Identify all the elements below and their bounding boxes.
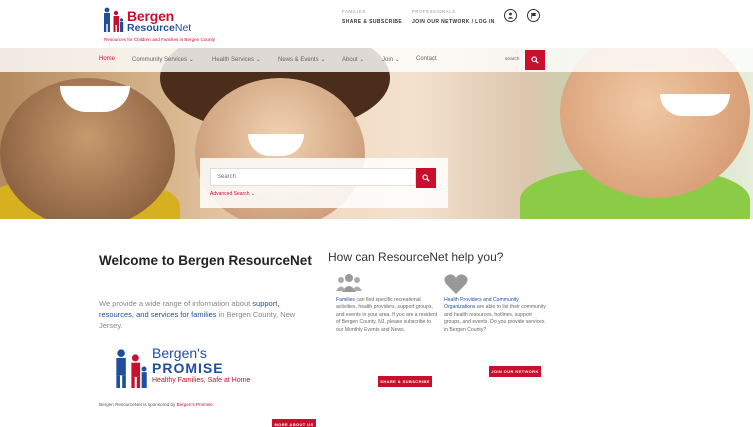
promise-line2: PROMISE [152,360,224,376]
logo-tagline: Resources for Children and Families in B… [104,37,216,42]
heart-icon [444,274,468,294]
bergens-promise-link[interactable]: Bergen's Promise [177,402,213,407]
nav-search-label: search [505,57,520,62]
promise-line1: Bergen's [152,345,207,361]
help-title: How can ResourceNet help you? [328,250,504,264]
hero-search-input[interactable] [210,168,416,186]
share-subscribe-link[interactable]: SHARE & SUBSCRIBE [342,19,402,25]
hero-search-panel: Advanced Search ⌄ [200,158,448,208]
join-our-network-button[interactable]: JOIN OUR NETWORK [489,366,541,377]
hero-search-button[interactable] [416,168,436,188]
chevron-down-icon: ⌄ [255,57,261,63]
chevron-down-icon: ⌄ [359,57,365,63]
welcome-title: Welcome to Bergen ResourceNet [99,253,312,268]
family-logo-icon [104,7,124,32]
flag-icon[interactable] [527,9,540,22]
nav-about[interactable]: About ⌄ [342,56,364,63]
welcome-intro: We provide a wide range of information a… [99,299,296,330]
families-block: FAMILIES SHARE & SUBSCRIBE [342,9,402,25]
site-logo[interactable]: Bergen ResourceNet Resources for Childre… [100,7,240,43]
nav-news-events[interactable]: News & Events ⌄ [278,56,325,63]
families-description: Families can find specific recreational … [336,297,438,333]
professionals-label: PROFESSIONALS [412,9,456,14]
providers-description: Health Providers and Community Organizat… [444,297,546,333]
advanced-search-link[interactable]: Advanced Search ⌄ [210,191,255,197]
chevron-down-icon: ⌄ [250,191,256,197]
nav-home[interactable]: Home [99,56,115,62]
search-icon [531,56,539,64]
chevron-down-icon: ⌄ [188,57,194,63]
logo-brand-line2: ResourceNet [127,22,192,34]
join-network-login-link[interactable]: JOIN OUR NETWORK / LOG IN [412,19,495,25]
group-icon [336,274,362,292]
nav-join[interactable]: Join ⌄ [382,56,400,63]
promise-tagline: Healthy Families, Safe at Home [152,377,251,384]
sponsor-text: Bergen ResourceNet is sponsored by Berge… [99,402,215,407]
nav-community-services[interactable]: Community Services ⌄ [132,56,194,63]
nav-contact[interactable]: Contact [416,56,437,62]
nav-search-button[interactable] [525,50,545,70]
more-about-us-button[interactable]: MORE ABOUT US [272,419,316,427]
families-link[interactable]: Families [336,297,355,303]
family-logo-icon [116,349,147,388]
share-subscribe-button[interactable]: SHARE & SUBSCRIBE [378,376,432,387]
professionals-block: PROFESSIONALS JOIN OUR NETWORK / LOG IN [412,9,495,25]
chevron-down-icon: ⌄ [394,57,400,63]
top-header: Bergen ResourceNet Resources for Childre… [0,0,753,48]
main-nav: Home Community Services ⌄ Health Service… [0,48,753,72]
user-icon[interactable] [504,9,517,22]
families-label: FAMILIES [342,9,366,14]
search-icon [422,174,430,182]
chevron-down-icon: ⌄ [320,57,326,63]
bergens-promise-logo[interactable]: Bergen's PROMISE Healthy Families, Safe … [110,345,260,391]
nav-health-services[interactable]: Health Services ⌄ [212,56,261,63]
